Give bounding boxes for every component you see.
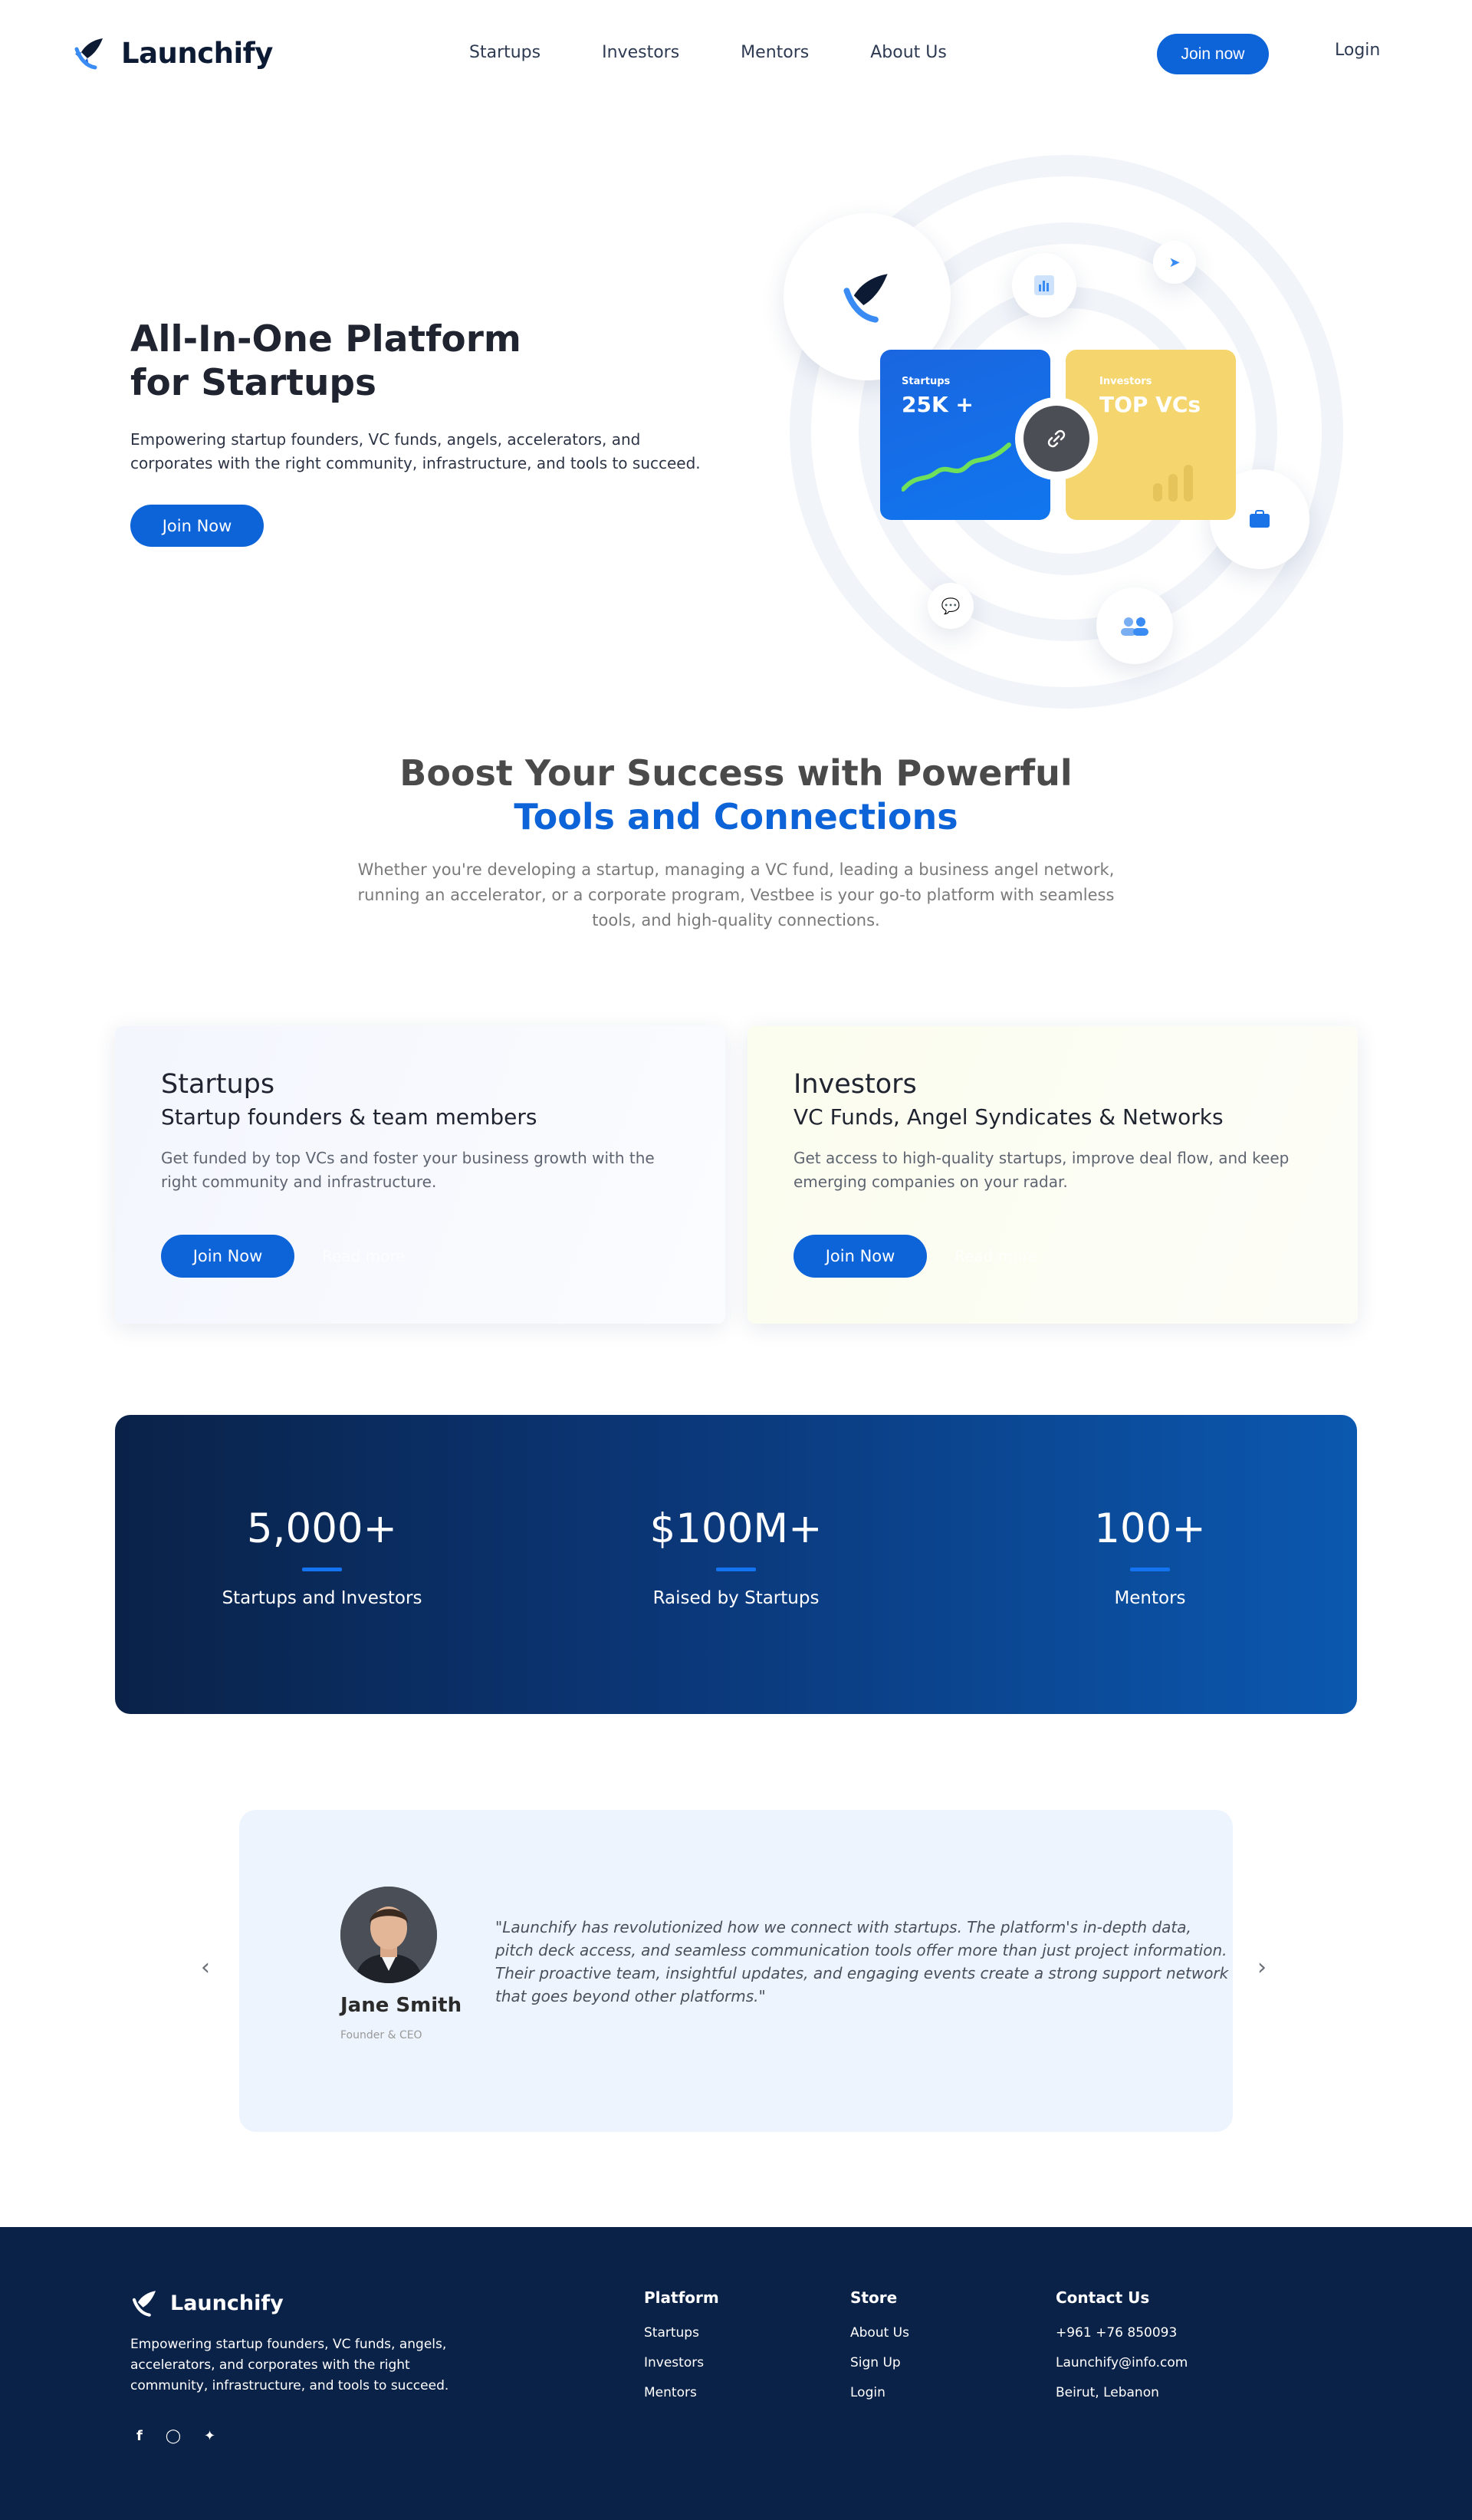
card-startups-label: Startups bbox=[902, 376, 951, 387]
twitter-icon[interactable]: ✦ bbox=[204, 2428, 215, 2444]
contact-phone[interactable]: +961 +76 850093 bbox=[1056, 2325, 1188, 2341]
rocket-logo-icon bbox=[74, 38, 103, 70]
stat-label: Raised by Startups bbox=[652, 1588, 820, 1608]
footer-column-title: Store bbox=[850, 2288, 898, 2307]
main-nav: Startups Investors Mentors About Us bbox=[469, 43, 947, 62]
stat-divider bbox=[302, 1568, 342, 1571]
footer-link[interactable]: Login bbox=[850, 2385, 909, 2400]
small-rocket-icon: ➤ bbox=[1168, 254, 1181, 271]
social-links: f ◯ ✦ bbox=[136, 2428, 215, 2444]
stat-item: $100M+ Raised by Startups bbox=[529, 1505, 943, 1608]
site-footer: Launchify Empowering startup founders, V… bbox=[0, 2227, 1472, 2520]
link-icon bbox=[1024, 406, 1089, 472]
feature-subtitle: VC Funds, Angel Syndicates & Networks bbox=[794, 1104, 1224, 1130]
stat-value: $100M+ bbox=[649, 1505, 823, 1552]
feature-description: Get funded by top VCs and foster your bu… bbox=[161, 1149, 655, 1191]
rocket-small-bubble: ➤ bbox=[1153, 241, 1196, 284]
card-investors-label: Investors bbox=[1099, 376, 1152, 387]
hero-title-line1: All-In-One Platform bbox=[130, 318, 521, 360]
contact-address: Beirut, Lebanon bbox=[1056, 2385, 1159, 2400]
login-link[interactable]: Login bbox=[1335, 41, 1380, 60]
stat-divider bbox=[716, 1568, 756, 1571]
nav-link-startups[interactable]: Startups bbox=[469, 43, 540, 62]
nav-link-mentors[interactable]: Mentors bbox=[741, 43, 809, 62]
join-now-button[interactable]: Join now bbox=[1157, 34, 1269, 74]
chat-bubble: 💬 bbox=[928, 583, 974, 629]
startups-join-button[interactable]: Join Now bbox=[161, 1235, 294, 1278]
brand-name: Launchify bbox=[121, 36, 273, 70]
card-startups-value: 25K + bbox=[902, 392, 974, 417]
hero-title-line2: for Startups bbox=[130, 362, 377, 404]
contact-email[interactable]: Launchify@info.com bbox=[1056, 2355, 1188, 2370]
stat-divider bbox=[1130, 1568, 1170, 1571]
stat-value: 5,000+ bbox=[246, 1505, 398, 1552]
feature-title: Investors bbox=[794, 1069, 917, 1100]
stat-label: Mentors bbox=[1114, 1588, 1186, 1608]
footer-platform-column: Platform Startups Investors Mentors bbox=[644, 2288, 719, 2415]
card-investors-value: TOP VCs bbox=[1099, 392, 1201, 417]
stat-value: 100+ bbox=[1094, 1505, 1206, 1552]
rocket-logo-icon bbox=[132, 2291, 156, 2317]
testimonial-card: Jane Smith Founder & CEO "Launchify has … bbox=[239, 1810, 1233, 2132]
feature-description: Get access to high-quality startups, imp… bbox=[794, 1149, 1290, 1191]
facebook-icon[interactable]: f bbox=[136, 2428, 143, 2444]
nav-link-about[interactable]: About Us bbox=[870, 43, 947, 62]
top-nav: Launchify Startups Investors Mentors Abo… bbox=[0, 0, 1472, 107]
footer-store-column: Store About Us Sign Up Login bbox=[850, 2288, 909, 2415]
nav-link-investors[interactable]: Investors bbox=[602, 43, 679, 62]
feature-subtitle: Startup founders & team members bbox=[161, 1104, 537, 1130]
stat-label: Startups and Investors bbox=[222, 1588, 422, 1608]
footer-column-title: Contact Us bbox=[1056, 2288, 1150, 2307]
footer-link[interactable]: Investors bbox=[644, 2355, 719, 2370]
footer-link[interactable]: Sign Up bbox=[850, 2355, 909, 2370]
hero-illustration: ➤ 💬 Startups 25K + Investors TOP VCs bbox=[767, 146, 1365, 729]
footer-link[interactable]: About Us bbox=[850, 2325, 909, 2341]
footer-column-title: Platform bbox=[644, 2288, 719, 2307]
footer-about: Empowering startup founders, VC funds, a… bbox=[130, 2337, 449, 2393]
hero-join-button[interactable]: Join Now bbox=[130, 505, 264, 547]
startups-feature-card: Startups Startup founders & team members… bbox=[115, 1026, 725, 1324]
hero-title: All-In-One Platform for Startups bbox=[130, 317, 521, 405]
stats-banner: 5,000+ Startups and Investors $100M+ Rai… bbox=[115, 1415, 1357, 1714]
stat-item: 5,000+ Startups and Investors bbox=[115, 1505, 529, 1608]
brand-logo[interactable]: Launchify bbox=[72, 35, 273, 71]
section-title: Boost Your Success with Powerful Tools a… bbox=[0, 752, 1472, 839]
chevron-right-icon[interactable]: › bbox=[1257, 1954, 1267, 1981]
investors-join-button[interactable]: Join Now bbox=[794, 1235, 927, 1278]
investors-read-more-link[interactable]: Read more bbox=[955, 1247, 1037, 1265]
growth-line-icon bbox=[902, 442, 1011, 492]
users-icon bbox=[1121, 617, 1148, 636]
section-title-line1: Boost Your Success with Powerful bbox=[399, 752, 1073, 794]
testimonial-role: Founder & CEO bbox=[340, 2029, 422, 2041]
feature-title: Startups bbox=[161, 1069, 275, 1100]
connect-badge bbox=[1015, 397, 1098, 480]
section-description: Whether you're developing a startup, man… bbox=[357, 860, 1115, 929]
bar-chart-icon bbox=[1034, 275, 1054, 295]
startups-read-more-link[interactable]: Read more bbox=[322, 1247, 405, 1265]
rocket-icon bbox=[843, 274, 888, 323]
instagram-icon[interactable]: ◯ bbox=[166, 2428, 181, 2444]
section-title-line2: Tools and Connections bbox=[514, 796, 958, 837]
stat-item: 100+ Mentors bbox=[943, 1505, 1357, 1608]
footer-brand-name: Launchify bbox=[170, 2291, 284, 2315]
chart-bubble bbox=[1012, 253, 1076, 317]
testimonial-name: Jane Smith bbox=[340, 1994, 462, 2017]
hero-description: Empowering startup founders, VC funds, a… bbox=[130, 430, 701, 472]
briefcase-icon bbox=[1250, 510, 1270, 528]
footer-contact-column: Contact Us +961 +76 850093 Launchify@inf… bbox=[1056, 2288, 1188, 2415]
testimonial-quote: "Launchify has revolutionized how we con… bbox=[495, 1918, 1229, 2005]
footer-link[interactable]: Startups bbox=[644, 2325, 719, 2341]
chevron-left-icon[interactable]: ‹ bbox=[201, 1954, 210, 1981]
people-bubble bbox=[1096, 587, 1173, 664]
investors-feature-card: Investors VC Funds, Angel Syndicates & N… bbox=[748, 1026, 1358, 1324]
footer-logo[interactable]: Launchify bbox=[130, 2288, 284, 2318]
bar-chart-icon bbox=[1153, 465, 1193, 502]
avatar bbox=[340, 1887, 437, 1983]
chat-icon: 💬 bbox=[941, 597, 961, 615]
footer-link[interactable]: Mentors bbox=[644, 2385, 719, 2400]
